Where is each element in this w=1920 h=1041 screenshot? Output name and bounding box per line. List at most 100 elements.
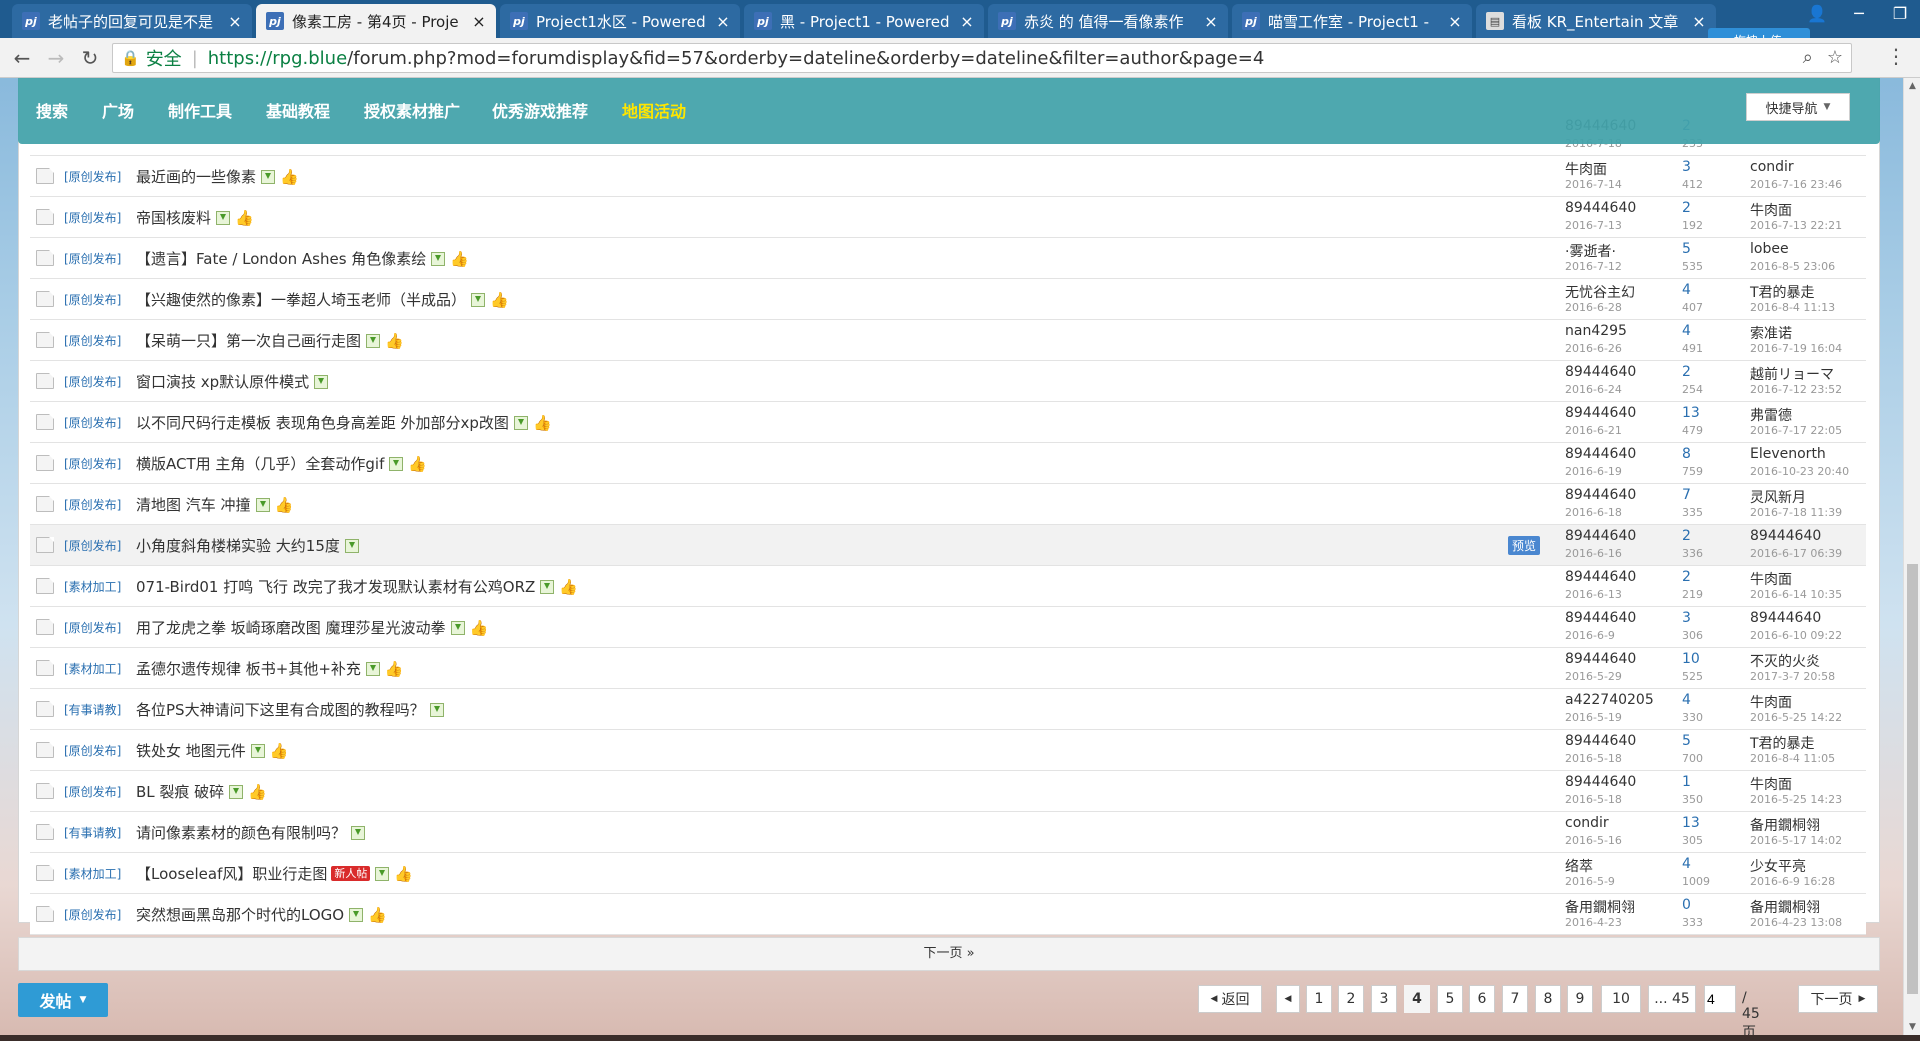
thread-category[interactable]: [原创发布] — [64, 537, 121, 554]
page-jump-input[interactable] — [1704, 985, 1736, 1013]
page-link[interactable]: 9 — [1567, 985, 1593, 1013]
thread-subject[interactable]: 清地图 汽车 冲撞 👍 — [136, 494, 293, 515]
browser-tab[interactable]: pj 喵雪工作室 - Project1 - × — [1232, 4, 1472, 38]
thread-subject[interactable]: 用了龙虎之拳 坂崎琢磨改图 魔理莎星光波动拳 👍 — [136, 617, 488, 638]
thread-subject[interactable]: 最近画的一些像素 👍 — [136, 166, 299, 187]
last-post-user[interactable]: 牛肉面 — [1750, 200, 1792, 220]
thread-row[interactable]: [原创发布] BL 裂痕 破碎 👍 89444640 2016-5-18 1 350 牛肉面 2… — [30, 771, 1866, 812]
last-post-date[interactable]: 2016-8-5 23:06 — [1750, 260, 1835, 273]
last-post-user[interactable]: 牛肉面 — [1750, 692, 1792, 712]
thread-subject[interactable]: 071-Bird01 打鸣 飞行 改完了我才发现默认素材有公鸡ORZ 👍 — [136, 576, 578, 597]
thread-author[interactable]: 89444640 — [1565, 651, 1636, 667]
thread-author[interactable]: 牛肉面 — [1565, 159, 1607, 179]
thread-replies[interactable]: 2 — [1682, 364, 1691, 380]
thread-row[interactable]: [原创发布] 窗口演技 xp默认原件模式 89444640 2016-6-24 2 254… — [30, 361, 1866, 402]
thread-replies[interactable]: 1 — [1682, 774, 1691, 790]
thread-replies[interactable]: 4 — [1682, 856, 1691, 872]
thread-subject[interactable]: 铁处女 地图元件 👍 — [136, 740, 288, 761]
thread-row[interactable]: [原创发布] 铁处女 地图元件 👍 89444640 2016-5-18 5 700 T君的暴… — [30, 730, 1866, 771]
thread-subject[interactable]: 横版ACT用 主角（几乎）全套动作gif 👍 — [136, 453, 427, 474]
last-post-date[interactable]: 2016-7-12 23:52 — [1750, 383, 1842, 396]
thread-title[interactable]: 小角度斜角楼梯实验 大约15度 — [136, 535, 340, 556]
last-post-user[interactable]: T君的暴走 — [1750, 733, 1815, 753]
thread-subject[interactable]: BL 裂痕 破碎 👍 — [136, 781, 267, 802]
thread-replies[interactable]: 13 — [1682, 405, 1700, 421]
thread-category[interactable]: [原创发布] — [64, 496, 121, 513]
last-post-user[interactable]: 弗雷德 — [1750, 405, 1792, 425]
last-post-user[interactable]: 少女平亮 — [1750, 856, 1806, 876]
thread-title[interactable]: 窗口演技 xp默认原件模式 — [136, 371, 309, 392]
quick-nav-dropdown[interactable]: 快捷导航 ▼ — [1746, 93, 1850, 121]
thread-author[interactable]: 89444640 — [1565, 610, 1636, 626]
last-post-date[interactable]: 2016-7-19 16:04 — [1750, 342, 1842, 355]
thread-replies[interactable]: 3 — [1682, 610, 1691, 626]
user-profile-icon[interactable]: 👤 — [1796, 0, 1838, 26]
thread-category[interactable]: [素材加工] — [64, 660, 121, 677]
thread-author[interactable]: condir — [1565, 815, 1609, 831]
nav-item[interactable]: 基础教程 — [266, 98, 330, 122]
thread-author[interactable]: 无忧谷主幻 — [1565, 282, 1635, 302]
thread-title[interactable]: 请问像素素材的颜色有限制吗？ — [136, 822, 346, 843]
thread-replies[interactable]: 4 — [1682, 323, 1691, 339]
thread-row[interactable]: [原创发布] 用了龙虎之拳 坂崎琢磨改图 魔理莎星光波动拳 👍 89444640 201… — [30, 607, 1866, 648]
thread-category[interactable]: [原创发布] — [64, 455, 121, 472]
last-post-user[interactable]: 89444640 — [1750, 610, 1821, 626]
browser-menu-icon[interactable]: ⋮ — [1886, 44, 1906, 68]
last-post-user[interactable]: 89444640 — [1750, 528, 1821, 544]
thread-category[interactable]: [原创发布] — [64, 332, 121, 349]
thread-row[interactable]: [原创发布] 以不同尺码行走模板 表现角色身高差距 外加部分xp改图 👍 894446… — [30, 402, 1866, 443]
browser-tab[interactable]: pj 像素工房 - 第4页 - Proje × — [256, 4, 496, 38]
thread-title[interactable]: 【兴趣使然的像素】一拳超人埼玉老师（半成品） — [136, 289, 466, 310]
last-post-date[interactable]: 2016-6-17 06:39 — [1750, 547, 1842, 560]
last-post-date[interactable]: 2016-6-9 16:28 — [1750, 875, 1835, 888]
last-post-user[interactable]: 牛肉面 — [1750, 774, 1792, 794]
thread-category[interactable]: [原创发布] — [64, 742, 121, 759]
thread-row[interactable]: [原创发布] 【呆萌一只】第一次自己画行走图 👍 nan4295 2016-6-26 4 4… — [30, 320, 1866, 361]
forward-icon[interactable]: → — [42, 44, 70, 72]
thread-subject[interactable]: 各位PS大神请问下这里有合成图的教程吗？ — [136, 699, 444, 720]
thread-row[interactable]: [有事请教] 请问像素素材的颜色有限制吗？ condir 2016-5-16 13 305… — [30, 812, 1866, 853]
last-post-user[interactable]: 备用鐗桐翎 — [1750, 815, 1820, 835]
thread-author[interactable]: 89444640 — [1565, 774, 1636, 790]
scroll-thumb[interactable] — [1907, 564, 1918, 994]
last-post-date[interactable]: 2016-4-23 13:08 — [1750, 916, 1842, 929]
page-link[interactable]: 1 — [1306, 985, 1332, 1013]
pager-prev-button[interactable]: ◀ — [1276, 985, 1300, 1013]
thread-author[interactable]: 89444640 — [1565, 446, 1636, 462]
thread-author[interactable]: 89444640 — [1565, 528, 1636, 544]
thread-subject[interactable]: 以不同尺码行走模板 表现角色身高差距 外加部分xp改图 👍 — [136, 412, 552, 433]
page-link[interactable]: ... 45 — [1648, 985, 1696, 1013]
nav-item[interactable]: 搜索 — [36, 98, 68, 122]
thread-title[interactable]: 【Looseleaf风】职业行走图 — [136, 863, 327, 884]
last-post-user[interactable]: 越前リョーマ — [1750, 364, 1834, 384]
thread-author[interactable]: 备用鐗桐翎 — [1565, 897, 1635, 917]
thread-author[interactable]: ·雾逝者· — [1565, 241, 1616, 261]
thread-title[interactable]: 各位PS大神请问下这里有合成图的教程吗？ — [136, 699, 425, 720]
page-link[interactable]: 5 — [1437, 985, 1463, 1013]
nav-item[interactable]: 广场 — [102, 98, 134, 122]
thread-category[interactable]: [有事请教] — [64, 824, 121, 841]
thread-author[interactable]: 89444640 — [1565, 733, 1636, 749]
maximize-icon[interactable]: ❐ — [1880, 0, 1920, 26]
thread-category[interactable]: [素材加工] — [64, 865, 121, 882]
back-icon[interactable]: ← — [8, 44, 36, 72]
post-button[interactable]: 发帖 ▼ — [18, 983, 108, 1017]
browser-tab[interactable]: ▤ 看板 KR_Entertain 文章 × — [1476, 4, 1716, 38]
thread-replies[interactable]: 2 — [1682, 528, 1691, 544]
close-icon[interactable]: × — [958, 12, 976, 31]
last-post-date[interactable]: 2016-8-4 11:13 — [1750, 301, 1835, 314]
thread-replies[interactable]: 4 — [1682, 282, 1691, 298]
thread-subject[interactable]: 突然想画黑岛那个时代的LOGO 👍 — [136, 904, 387, 925]
page-link[interactable]: 7 — [1502, 985, 1528, 1013]
next-page-bar[interactable]: 下一页 » — [18, 937, 1880, 971]
thread-subject[interactable]: 请问像素素材的颜色有限制吗？ — [136, 822, 366, 843]
last-post-date[interactable]: 2016-7-13 22:21 — [1750, 219, 1842, 232]
last-post-user[interactable]: 不灭的火炎 — [1750, 651, 1820, 671]
page-link[interactable]: 6 — [1469, 985, 1495, 1013]
thread-category[interactable]: [原创发布] — [64, 906, 121, 923]
nav-item[interactable]: 授权素材推广 — [364, 98, 460, 122]
thread-subject[interactable]: 小角度斜角楼梯实验 大约15度 — [136, 535, 359, 556]
thread-title[interactable]: 孟德尔遗传规律 板书+其他+补充 — [136, 658, 361, 679]
thread-replies[interactable]: 2 — [1682, 200, 1691, 216]
thread-replies[interactable]: 4 — [1682, 692, 1691, 708]
